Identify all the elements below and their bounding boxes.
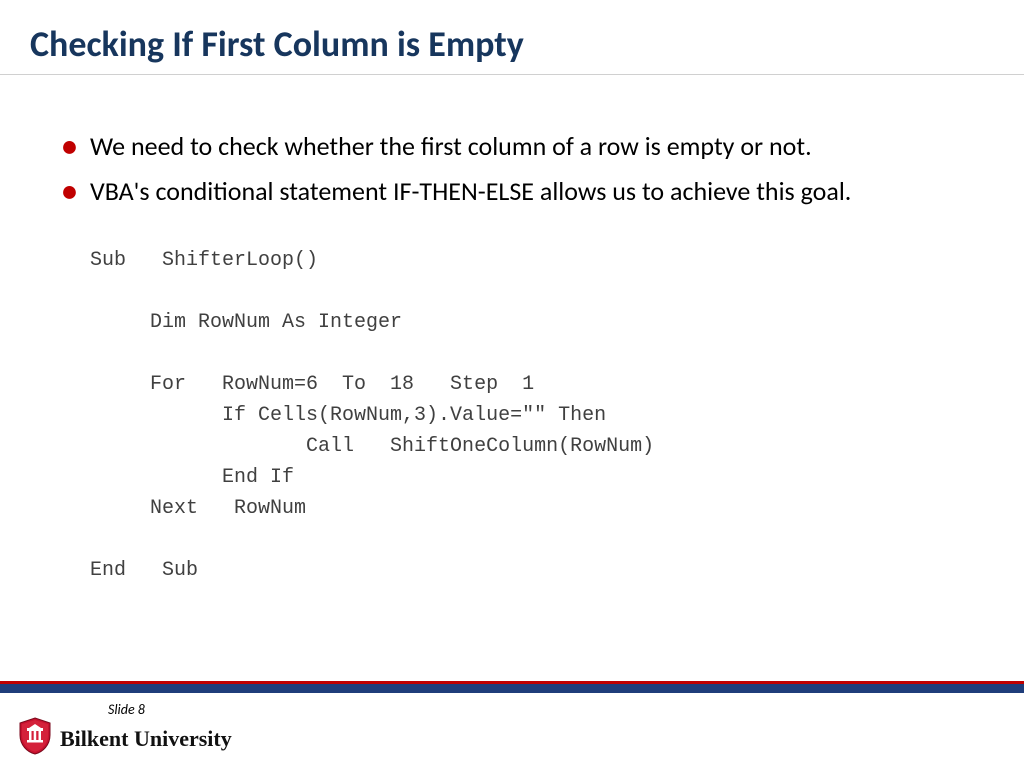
bullet-item: VBA's conditional statement IF-THEN-ELSE…: [60, 175, 974, 208]
slide: Checking If First Column is Empty We nee…: [0, 0, 1024, 768]
slide-content: We need to check whether the first colum…: [0, 75, 1024, 586]
university-logo-icon: [18, 717, 52, 760]
bullet-item: We need to check whether the first colum…: [60, 130, 974, 163]
slide-title: Checking If First Column is Empty: [0, 0, 1024, 75]
code-block: Sub ShifterLoop() Dim RowNum As Integer …: [90, 245, 974, 586]
brand-name: Bilkent University: [60, 726, 232, 752]
bullet-list: We need to check whether the first colum…: [60, 130, 974, 209]
brand-footer: Bilkent University: [18, 717, 232, 760]
slide-number: Slide 8: [108, 701, 145, 718]
footer-divider: [0, 681, 1024, 693]
